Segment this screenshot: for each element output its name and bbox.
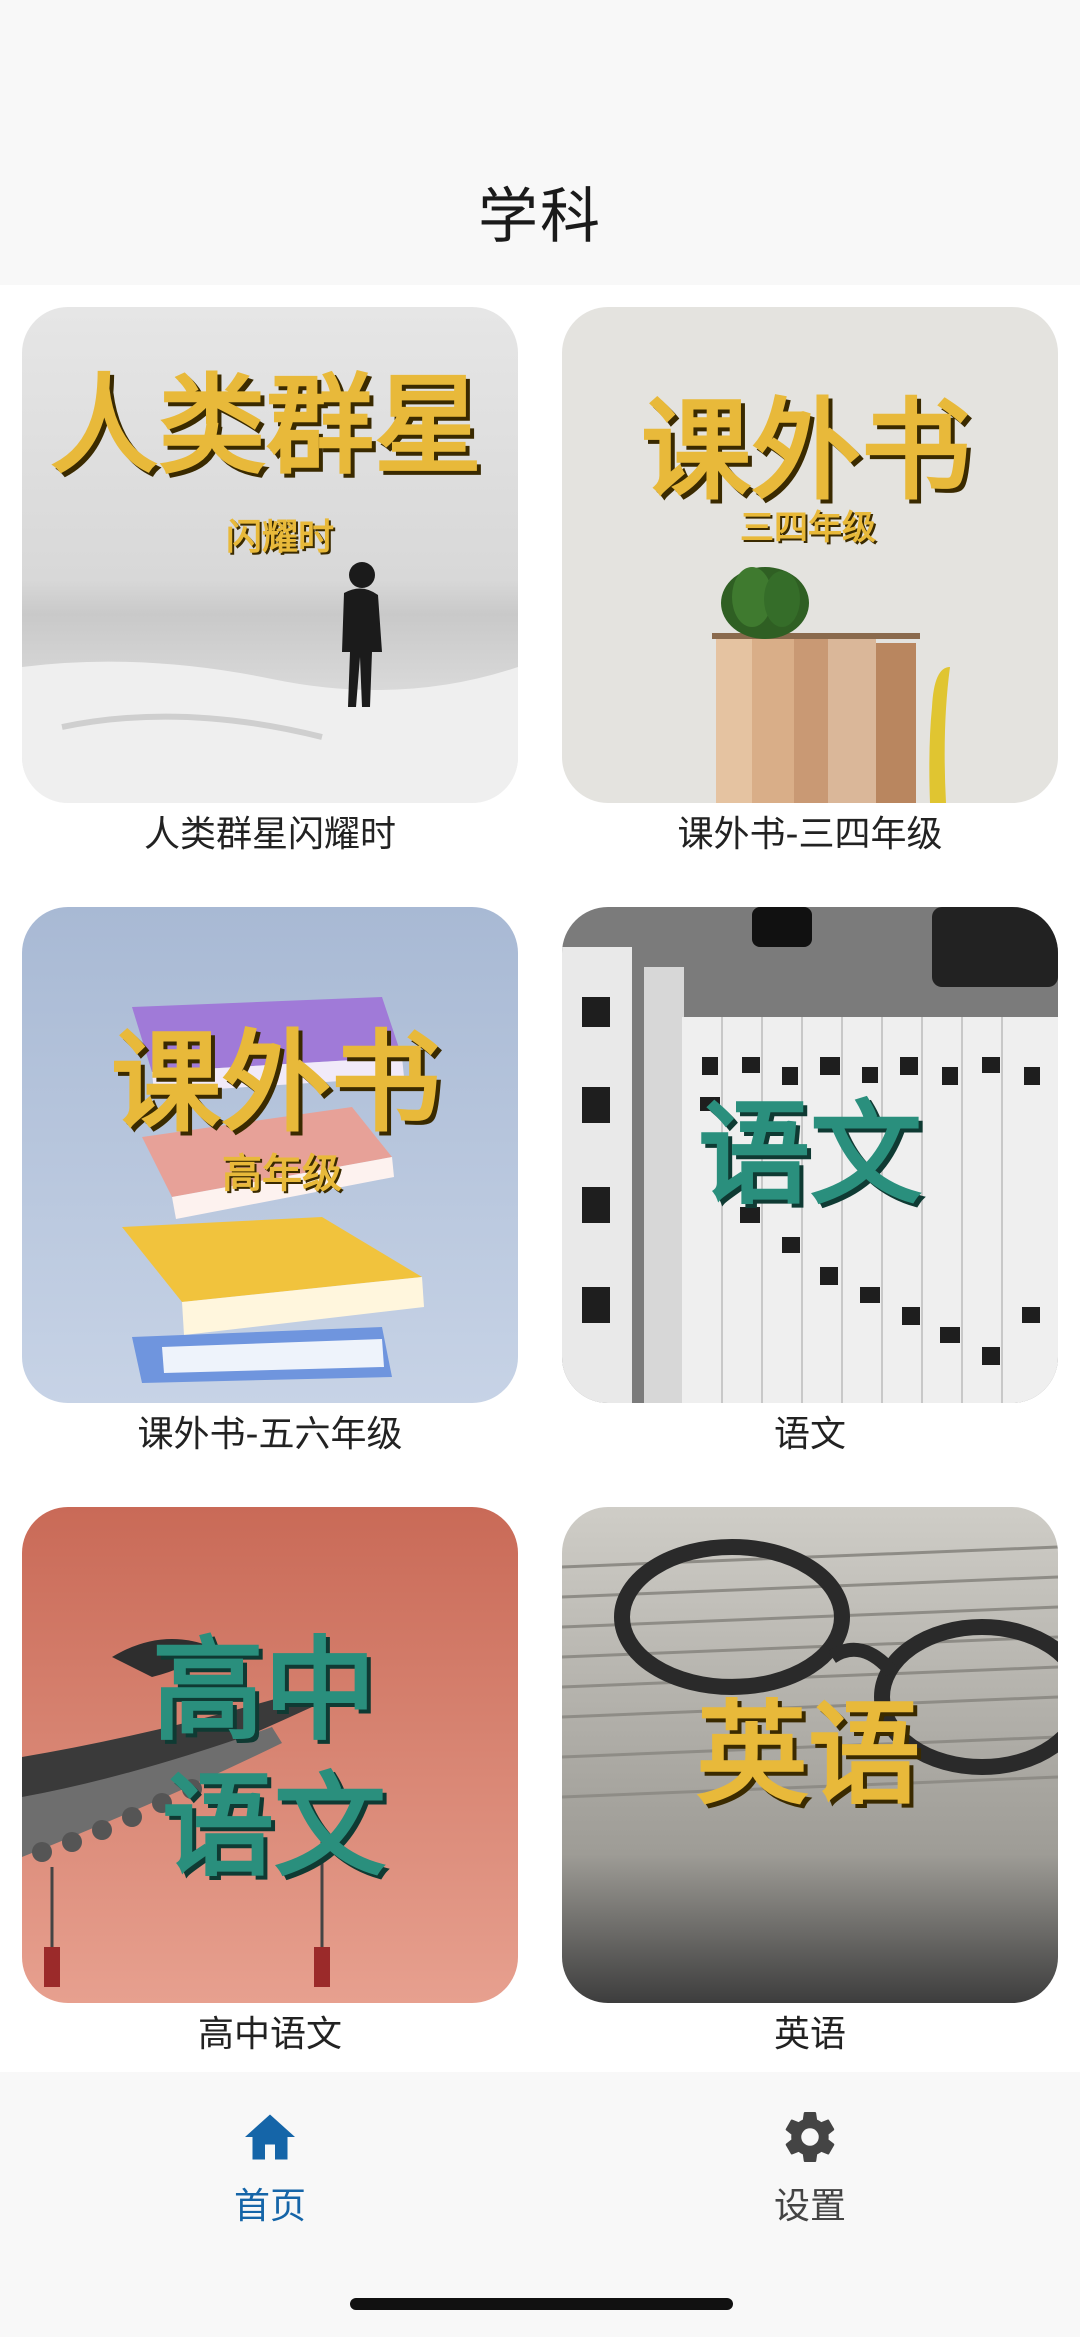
cover-image[interactable]: 课外书 课外书 三四年级 三四年级 xyxy=(562,307,1058,803)
home-icon xyxy=(245,2114,295,2160)
tab-home[interactable]: 首页 xyxy=(120,2107,420,2229)
cover-title: 课外书 xyxy=(111,1019,441,1147)
cover-title: 语文 xyxy=(698,1090,922,1220)
cover-title: 人类群星 xyxy=(50,364,482,489)
cover-image[interactable]: 人类群星 人类群星 闪耀时 闪耀时 xyxy=(22,307,518,803)
header-bar: 学科 xyxy=(0,0,1080,285)
cover-illustration-glasses-dictionary: 英语 英语 xyxy=(562,1507,1058,2003)
cover-image[interactable]: 课外书 课外书 高年级 高年级 xyxy=(22,907,518,1403)
subject-card-5[interactable]: 高中 高中 语文 语文 高中语文 xyxy=(22,1507,518,2061)
cover-subtitle: 三四年级 xyxy=(740,508,876,548)
cover-title: 英语 xyxy=(696,1690,920,1820)
cover-subtitle: 高年级 xyxy=(222,1151,342,1197)
cover-illustration-books-plant: 课外书 课外书 三四年级 三四年级 xyxy=(562,307,1058,803)
page-title: 学科 xyxy=(478,182,602,252)
card-label: 语文 xyxy=(773,1414,846,1455)
subject-card-6[interactable]: 英语 英语 英语 xyxy=(562,1507,1058,2061)
cover-image[interactable]: 英语 英语 xyxy=(562,1507,1058,2003)
card-label: 人类群星闪耀时 xyxy=(143,814,396,855)
cover-subtitle: 语文 xyxy=(162,1762,386,1892)
gear-icon xyxy=(785,2112,835,2163)
home-indicator[interactable] xyxy=(350,2298,733,2310)
tab-settings[interactable]: 设置 xyxy=(660,2107,960,2229)
cover-subtitle: 闪耀时 xyxy=(226,517,334,558)
cover-illustration-calligraphy: 语文 语文 xyxy=(562,907,1058,1403)
cover-image[interactable]: 语文 语文 xyxy=(562,907,1058,1403)
card-label: 高中语文 xyxy=(197,2014,342,2055)
card-label: 课外书-三四年级 xyxy=(677,814,943,855)
tab-label: 设置 xyxy=(773,2186,846,2227)
card-label: 课外书-五六年级 xyxy=(137,1414,403,1455)
cover-illustration-flying-books: 课外书 课外书 高年级 高年级 xyxy=(22,907,518,1403)
subject-card-1[interactable]: 人类群星 人类群星 闪耀时 闪耀时 人类群星闪耀时 xyxy=(22,307,518,861)
cover-image[interactable]: 高中 高中 语文 语文 xyxy=(22,1507,518,2003)
card-label: 英语 xyxy=(773,2014,846,2055)
cover-title: 课外书 xyxy=(641,387,971,515)
cover-illustration-snow-walker: 人类群星 人类群星 闪耀时 闪耀时 xyxy=(22,307,518,803)
subject-card-4[interactable]: 语文 语文 语文 xyxy=(562,907,1058,1461)
subject-card-2[interactable]: 课外书 课外书 三四年级 三四年级 课外书-三四年级 xyxy=(562,307,1058,861)
cover-illustration-chinese-roof: 高中 高中 语文 语文 xyxy=(22,1507,518,2003)
tab-label: 首页 xyxy=(233,2186,306,2227)
subject-card-3[interactable]: 课外书 课外书 高年级 高年级 课外书-五六年级 xyxy=(22,907,518,1461)
cover-title: 高中 xyxy=(152,1626,376,1756)
